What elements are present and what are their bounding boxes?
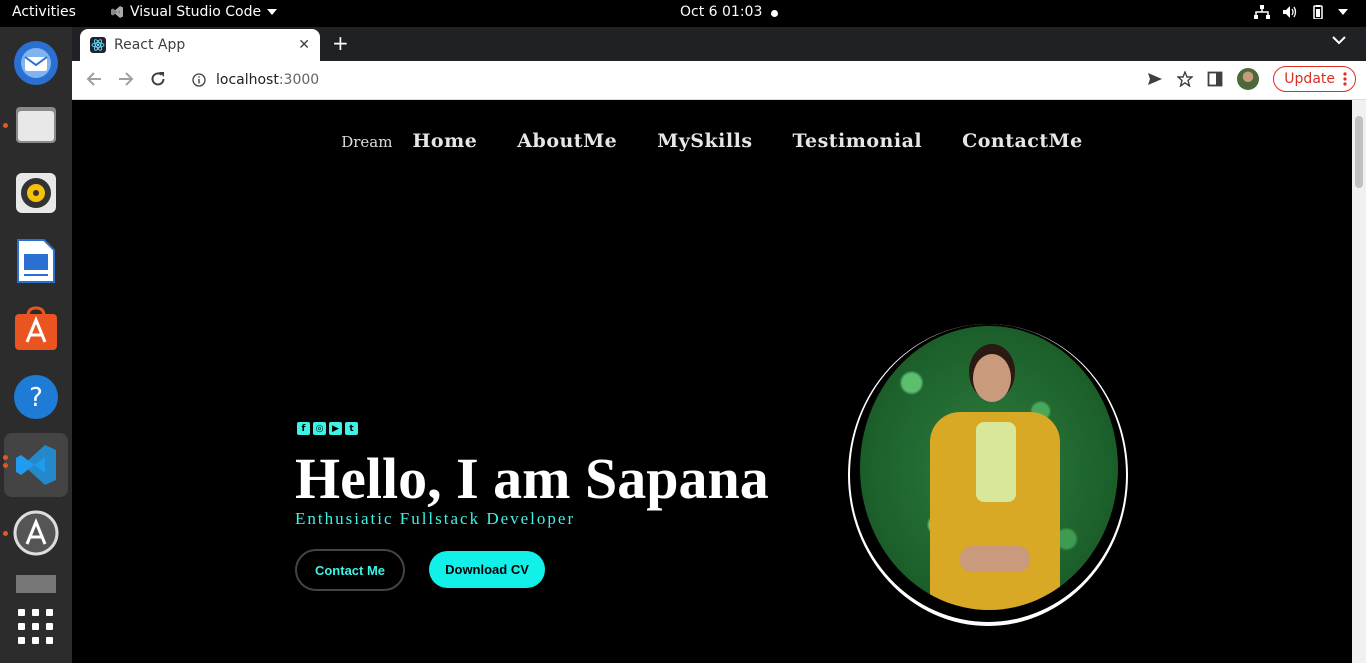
download-cv-button[interactable]: Download CV [429,551,545,588]
update-button[interactable]: Update [1273,66,1356,92]
dock-writer[interactable] [4,229,68,293]
network-icon [1254,5,1270,19]
profile-photo [860,326,1118,610]
facebook-icon[interactable]: f [297,422,310,435]
browser-toolbar: localhost:3000 Update [72,61,1366,100]
site-info-icon[interactable] [192,73,206,87]
vscode-icon [111,6,123,18]
photo-person-head [973,354,1011,402]
tab-close-icon[interactable]: ✕ [298,37,310,53]
dock-vscode[interactable] [3,433,68,497]
social-links: f ◎ ▶ t [297,422,815,435]
dock: ? [0,27,72,663]
forward-arrow-icon[interactable] [118,71,134,87]
dock-rhythmbox[interactable] [4,161,68,225]
page-viewport: Dream Home AboutMe MySkills Testimonial … [72,100,1352,663]
site-brand[interactable]: Dream [341,133,392,151]
software-center-icon [15,306,57,350]
show-applications-button[interactable] [18,609,54,645]
toolbar-actions: Update [1147,66,1356,92]
reload-icon[interactable] [150,71,166,87]
battery-icon [1313,5,1323,19]
system-top-bar: Activities Visual Studio Code Oct 6 01:0… [0,0,1366,27]
address-bar[interactable]: localhost:3000 [180,64,1268,96]
notification-dot [771,10,778,17]
dock-partial-item[interactable] [4,575,68,593]
files-icon [16,107,56,143]
software-updater-icon [13,510,59,556]
new-tab-button[interactable]: + [332,33,349,53]
app-icon [16,575,56,593]
dock-help[interactable]: ? [4,365,68,429]
dock-app-center[interactable] [4,297,68,361]
tab-search-chevron-icon[interactable] [1332,35,1346,45]
url-port: :3000 [278,72,320,88]
update-button-label: Update [1284,71,1335,87]
vscode-icon [16,445,56,485]
thunderbird-icon [14,41,58,85]
hero-title: Hello, I am Sapana [295,446,769,511]
url-text: localhost:3000 [216,72,319,88]
nav-link-contactme[interactable]: ContactMe [962,130,1083,152]
instagram-icon[interactable]: ◎ [313,422,326,435]
volume-icon [1283,6,1297,18]
url-host: localhost [216,72,279,88]
back-arrow-icon[interactable] [86,71,102,87]
help-icon: ? [14,375,58,419]
system-tray[interactable] [1254,5,1348,19]
side-panel-icon[interactable] [1207,71,1223,87]
hero-subtitle: Enthusiatic Fullstack Developer [295,509,576,528]
react-icon [90,37,106,53]
photo-person-hands [960,546,1030,572]
kebab-menu-icon [1343,72,1347,86]
nav-link-home[interactable]: Home [412,130,477,152]
dock-files[interactable] [3,93,68,157]
system-menu-caret-icon [1338,9,1348,15]
caret-down-icon [267,9,278,15]
tab-strip: React App ✕ + [72,27,1366,61]
nav-link-myskills[interactable]: MySkills [657,130,752,152]
running-indicator [3,123,8,128]
activities-button[interactable]: Activities [12,4,76,20]
send-icon[interactable] [1147,72,1163,86]
tab-react-app[interactable]: React App ✕ [80,29,320,61]
photo-person-shirt [976,422,1016,502]
bookmark-star-icon[interactable] [1177,71,1194,87]
profile-avatar[interactable] [1237,68,1260,90]
site-nav: Dream Home AboutMe MySkills Testimonial … [72,130,1352,152]
running-indicator [3,531,8,536]
dock-thunderbird[interactable] [4,31,68,95]
page-scrollbar[interactable] [1352,100,1366,663]
rhythmbox-icon [16,173,56,213]
clock[interactable]: Oct 6 01:03 [680,4,762,20]
dock-updater[interactable] [3,501,68,565]
libreoffice-writer-icon [17,239,55,283]
scrollbar-thumb[interactable] [1355,116,1363,188]
nav-link-testimonial[interactable]: Testimonial [793,130,923,152]
contact-me-button[interactable]: Contact Me [295,549,405,591]
youtube-icon[interactable]: ▶ [329,422,342,435]
app-menu[interactable]: Visual Studio Code [110,4,278,20]
nav-link-aboutme[interactable]: AboutMe [517,130,617,152]
running-indicator [3,455,8,460]
twitter-icon[interactable]: t [345,422,358,435]
hero-section: f ◎ ▶ t Hello, I am Sapana Enthusiatic F… [295,422,815,591]
running-indicator [3,463,8,468]
app-menu-label: Visual Studio Code [130,4,262,20]
tab-title: React App [114,37,186,53]
hero-buttons: Contact Me Download CV [295,549,815,591]
svg-text:?: ? [29,383,43,413]
